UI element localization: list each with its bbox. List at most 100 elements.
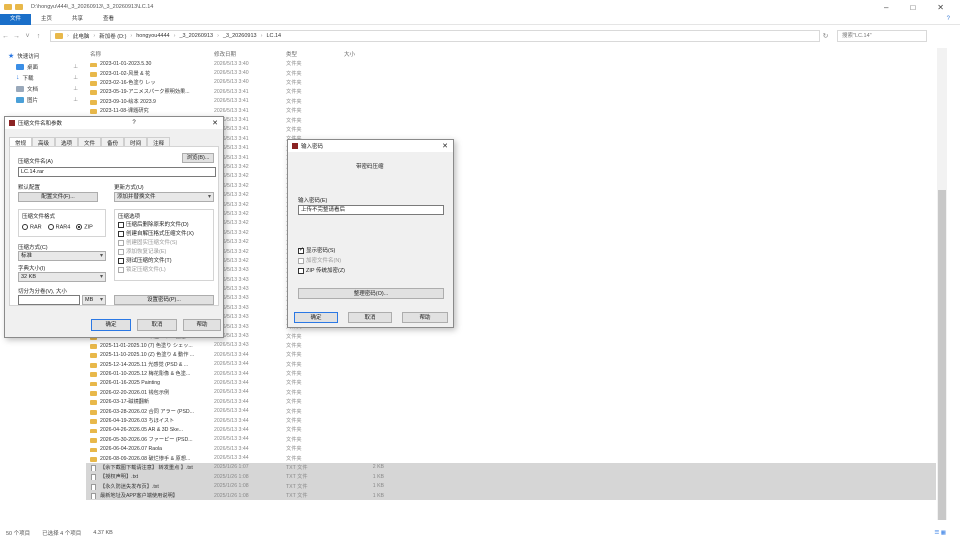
column-name[interactable]: 名称 bbox=[86, 50, 214, 58]
option-checkbox[interactable]: 锁定压缩文件(L) bbox=[118, 265, 194, 274]
forward-icon[interactable]: → bbox=[11, 33, 22, 40]
file-row[interactable]: 2023-01-02-风景 & 花 2026/5/13 3:40 文件夹 bbox=[86, 68, 936, 77]
file-row[interactable]: 2025-11-10-2025.10 (Z) 色塗り & 動作 ... 2026/… bbox=[86, 350, 936, 359]
file-row[interactable]: 【永久防迷失发布页】.txt 2025/1/26 1:08 TXT 文件 1 KB bbox=[86, 481, 936, 491]
close-icon[interactable]: ✕ bbox=[937, 3, 944, 12]
minimize-icon[interactable]: – bbox=[884, 3, 888, 12]
archive-dialog-title: 压缩文件名和参数 bbox=[18, 121, 63, 127]
close-icon[interactable]: ✕ bbox=[442, 142, 453, 150]
file-name: 2023-09-10-绘本 2023.9 bbox=[86, 98, 214, 105]
close-icon[interactable]: ✕ bbox=[212, 119, 223, 127]
tab-file[interactable]: 文件 bbox=[0, 13, 32, 25]
sidebar-item-documents[interactable]: 文档 ⊥ bbox=[0, 83, 86, 94]
maximize-icon[interactable]: □ bbox=[910, 3, 915, 12]
sidebar-item-quick-access[interactable]: ★ 快速访问 bbox=[0, 50, 86, 61]
help-button[interactable]: 帮助 bbox=[402, 312, 448, 323]
set-password-button[interactable]: 设置密码(P)... bbox=[114, 295, 214, 305]
zip-legacy-checkbox[interactable]: ZIP 传统加密(Z) bbox=[298, 266, 345, 274]
encrypt-names-checkbox[interactable]: 加密文件名(N) bbox=[298, 256, 341, 264]
up-icon[interactable]: ↑ bbox=[33, 33, 44, 40]
file-row[interactable]: 2026-02-20-2026.01 钱包示例 2026/5/13 3:44 文件夹 bbox=[86, 388, 936, 397]
breadcrumb-item[interactable]: LC.14 bbox=[266, 33, 281, 39]
folder-icon[interactable] bbox=[15, 4, 23, 10]
organize-passwords-button[interactable]: 整理密码(O)... bbox=[298, 288, 444, 299]
sidebar-item-pictures[interactable]: 图片 ⊥ bbox=[0, 94, 86, 105]
file-row[interactable]: 2023-05-19-アニメスパーク照明効果... 2026/5/13 3:41 文… bbox=[86, 87, 936, 96]
method-select[interactable]: 标准 bbox=[18, 251, 106, 261]
split-unit-select[interactable]: MB bbox=[82, 295, 106, 305]
file-row[interactable]: 2026-05-30-2026.06 ファーピー (PSD... 2026/5/1… bbox=[86, 435, 936, 444]
column-size[interactable]: 大小 bbox=[344, 50, 384, 58]
password-input[interactable]: 上传不完整请看后 bbox=[298, 205, 444, 215]
breadcrumb-item[interactable]: hongyou4444 bbox=[136, 33, 169, 39]
profile-button[interactable]: 配置文件(F)... bbox=[18, 192, 98, 202]
scrollbar-thumb[interactable] bbox=[938, 190, 946, 520]
file-date: 2026/5/13 3:42 bbox=[214, 229, 249, 236]
help-icon[interactable]: ? bbox=[947, 16, 960, 22]
file-row[interactable]: 【授权声明】.txt 2025/1/26 1:08 TXT 文件 1 KB bbox=[86, 472, 936, 482]
option-checkbox[interactable]: 创建固实压缩文件(S) bbox=[118, 238, 194, 247]
file-date: 2026/5/13 3:42 bbox=[214, 239, 249, 246]
column-type[interactable]: 类型 bbox=[286, 50, 344, 58]
sidebar-item-downloads[interactable]: ↓ 下载 ⊥ bbox=[0, 72, 86, 83]
breadcrumb-item[interactable]: _3_20260913 bbox=[179, 33, 213, 39]
search-input[interactable]: 搜索"LC.14" bbox=[837, 30, 927, 42]
refresh-icon[interactable]: ↻ bbox=[820, 32, 831, 40]
archive-name-input[interactable]: LC.14.rar bbox=[18, 167, 216, 177]
file-row[interactable]: 2025-11-01-2025.10 (7) 色塗り シェッ... 2026/5/… bbox=[86, 341, 936, 350]
file-row[interactable]: 2023-01-01-2023.5.30 2026/5/13 3:40 文件夹 bbox=[86, 59, 936, 68]
file-name: 【授权声明】.txt bbox=[86, 473, 214, 481]
file-date: 2026/5/13 3:43 bbox=[214, 333, 249, 340]
file-row[interactable]: 2026-06-04-2026.07 Raola 2026/5/13 3:44 文件… bbox=[86, 444, 936, 453]
item-count: 50 个项目 bbox=[6, 531, 31, 537]
help-button[interactable]: 帮助 bbox=[183, 319, 221, 331]
file-date: 2026/5/13 3:44 bbox=[214, 426, 249, 433]
file-row[interactable]: 最新地址及APP客户端使用说明】 2025/1/26 1:08 TXT 文件 1 KB bbox=[86, 490, 936, 501]
file-row[interactable]: 2023-09-10-绘本 2023.9 2026/5/13 3:41 文件夹 bbox=[86, 97, 936, 106]
file-row[interactable]: 2026-03-17-磁镜翻新 2026/5/13 3:44 文件夹 bbox=[86, 397, 936, 406]
file-row[interactable]: 2026-04-19-2026.03 ちほイスト 2026/5/13 3:44 文件… bbox=[86, 416, 936, 425]
address-input[interactable]: › 此电脑 › 新加卷 (D:) › hongyou4444 › _3_2026091… bbox=[50, 30, 820, 42]
file-row[interactable]: 2026-04-26-2026.05 AR & 3D Ske... 2026/5/… bbox=[86, 425, 936, 434]
file-row[interactable]: 2023-11-08-课题研究 2026/5/13 3:41 文件夹 bbox=[86, 106, 936, 115]
file-row[interactable]: 【余下截图下载请注意】 转发重点 】.txt 2025/1/26 1:07 TXT … bbox=[86, 462, 936, 473]
cancel-button[interactable]: 取消 bbox=[137, 319, 177, 331]
browse-button[interactable]: 浏览(B)... bbox=[182, 153, 214, 163]
sidebar-item-label: 快速访问 bbox=[17, 53, 40, 60]
format-radio-1[interactable]: RAR4 bbox=[47, 224, 70, 230]
option-checkbox[interactable]: 添加恢复记录(E) bbox=[118, 247, 194, 256]
tab-share[interactable]: 共享 bbox=[62, 14, 93, 25]
update-mode-select[interactable]: 添加并替换文件 bbox=[114, 192, 214, 202]
breadcrumb-item[interactable]: _3_20260913 bbox=[223, 33, 257, 39]
ok-button[interactable]: 确定 bbox=[91, 319, 131, 331]
breadcrumb-item[interactable]: 此电脑 bbox=[73, 32, 90, 40]
show-password-checkbox[interactable]: 显示密码(S) bbox=[298, 246, 335, 254]
option-checkbox[interactable]: 测试压缩的文件(T) bbox=[118, 256, 194, 265]
tab-view[interactable]: 查看 bbox=[93, 14, 124, 25]
format-radio-2[interactable]: ZIP bbox=[76, 224, 93, 230]
file-row[interactable]: 2026-08-09-2026.08 破烂惨手 & 原想... 2026/5/13… bbox=[86, 453, 936, 462]
cancel-button[interactable]: 取消 bbox=[348, 312, 392, 323]
file-row[interactable]: 2026-01-16-2025 Painting 2026/5/13 3:44 文件… bbox=[86, 378, 936, 387]
recent-dropdown-icon[interactable]: ˅ bbox=[22, 33, 33, 40]
file-row[interactable]: 2026-01-10-2025.12 梅花彫像 & 色塗... 2026/5/13… bbox=[86, 369, 936, 378]
enter-password-label: 输入密码(E) bbox=[298, 198, 328, 204]
option-checkbox[interactable]: 压缩后删除原来的文件(D) bbox=[118, 220, 194, 229]
tab-home[interactable]: 主页 bbox=[31, 14, 62, 25]
option-checkbox[interactable]: 创建自解压格式压缩文件(X) bbox=[118, 229, 194, 238]
dictionary-select[interactable]: 32 KB bbox=[18, 272, 106, 282]
split-size-input[interactable] bbox=[18, 295, 80, 305]
format-radio-0[interactable]: RAR bbox=[22, 224, 42, 230]
view-toggle-icons[interactable]: ☰ ▦ bbox=[934, 530, 960, 536]
help-icon[interactable]: ? bbox=[132, 120, 141, 126]
ok-button[interactable]: 确定 bbox=[294, 312, 338, 323]
sidebar-item-desktop[interactable]: 桌面 ⊥ bbox=[0, 61, 86, 72]
breadcrumb-item[interactable]: 新加卷 (D:) bbox=[99, 32, 126, 40]
file-row[interactable]: 2023-02-16-色塗り レッ 2026/5/13 3:40 文件夹 bbox=[86, 78, 936, 87]
file-row[interactable]: 2025-12-14-2025.11 光感觉 (PSD & ... 2026/5/… bbox=[86, 360, 936, 369]
folder-icon bbox=[90, 409, 97, 415]
file-size: 2 KB bbox=[372, 464, 384, 471]
back-icon[interactable]: ← bbox=[0, 33, 11, 40]
column-date[interactable]: 修改日期 bbox=[214, 50, 286, 58]
file-row[interactable]: 2026-03-28-2026.02 合同 アラー (PSD... 2026/5/… bbox=[86, 406, 936, 415]
